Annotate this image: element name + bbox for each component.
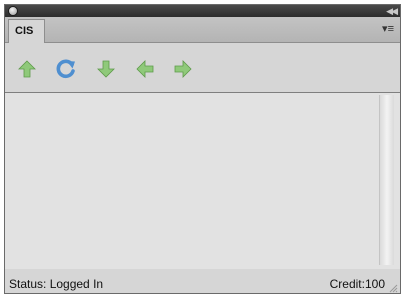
cis-panel: ◀◀ CIS ▾≡ Status: Logged In Credit:100 <box>4 4 401 294</box>
panel-menu-icon[interactable]: ▾≡ <box>382 20 394 38</box>
close-icon[interactable] <box>8 6 18 16</box>
arrow-left-icon <box>136 60 154 78</box>
arrow-up-icon <box>18 60 36 78</box>
tab-cis[interactable]: CIS <box>8 19 45 43</box>
up-arrow-button[interactable] <box>17 59 37 79</box>
arrow-right-icon <box>174 60 192 78</box>
panel-title-bar: ◀◀ <box>5 5 400 17</box>
collapse-icon[interactable]: ◀◀ <box>386 5 398 17</box>
status-bar: Status: Logged In Credit:100 <box>5 269 400 293</box>
refresh-button[interactable] <box>56 59 76 79</box>
back-arrow-button[interactable] <box>135 59 155 79</box>
forward-arrow-button[interactable] <box>173 59 193 79</box>
vertical-scrollbar[interactable] <box>379 95 394 265</box>
refresh-icon <box>56 59 75 79</box>
credit-text: Credit:100 <box>329 277 385 291</box>
toolbar <box>5 43 400 92</box>
tab-bar: CIS ▾≡ <box>5 17 400 43</box>
content-area <box>5 92 400 269</box>
status-text: Status: Logged In <box>9 277 104 291</box>
arrow-down-icon <box>97 60 115 78</box>
resize-grip-icon[interactable] <box>388 283 398 293</box>
down-arrow-button[interactable] <box>96 59 116 79</box>
